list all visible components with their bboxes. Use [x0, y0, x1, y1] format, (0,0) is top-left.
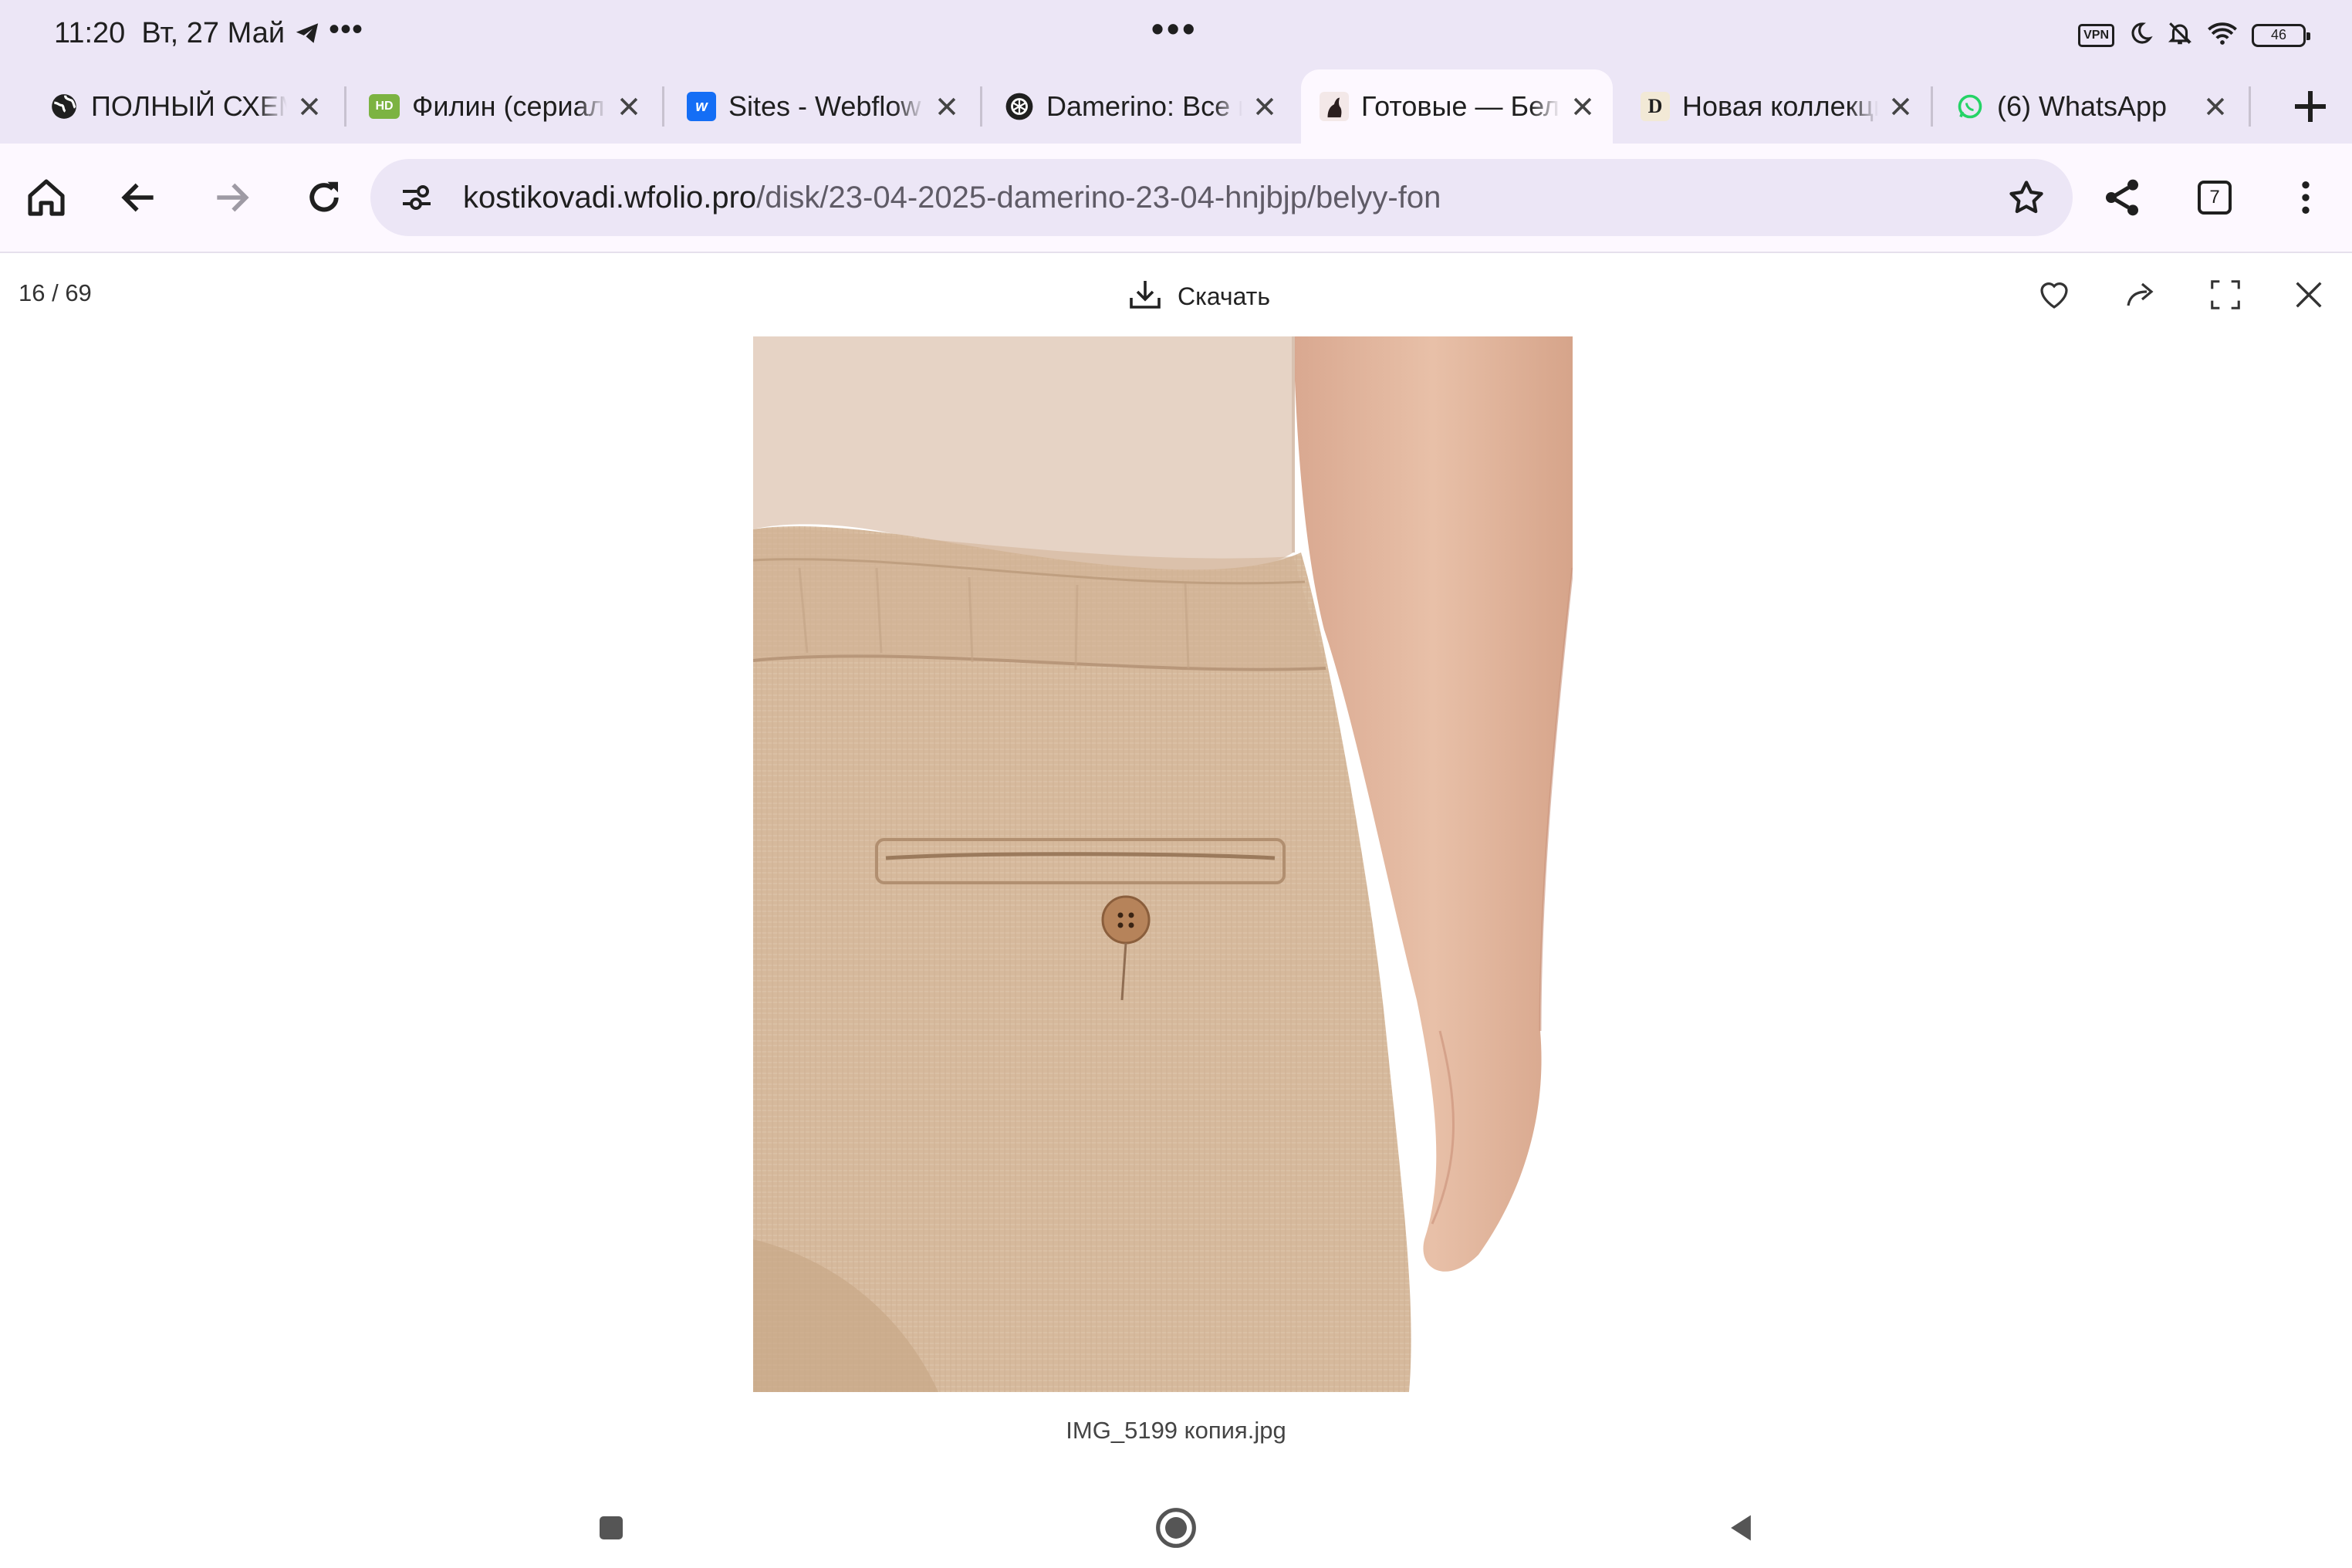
- tab-strip: ПОЛНЫЙ СХЕМ HD Филин (сериал, w Sites - …: [0, 69, 2352, 144]
- close-tab-icon[interactable]: [1887, 93, 1914, 120]
- tab-divider: [344, 86, 346, 127]
- download-label: Скачать: [1178, 282, 1270, 310]
- vpn-icon: VPN: [2078, 23, 2114, 47]
- tab-title: Готовые — Бел: [1361, 90, 1560, 122]
- close-tab-icon[interactable]: [934, 93, 960, 120]
- tab-0[interactable]: ПОЛНЫЙ СХЕМ: [31, 69, 340, 144]
- close-tab-icon[interactable]: [1252, 93, 1278, 120]
- forward-button[interactable]: [207, 173, 256, 222]
- home-button[interactable]: [22, 173, 71, 222]
- close-viewer-icon[interactable]: [2289, 275, 2329, 315]
- tab-divider: [1931, 86, 1933, 127]
- status-time-date: 11:20 Вт, 27 Май: [54, 17, 285, 50]
- tab-divider: [980, 86, 982, 127]
- wifi-icon: [2207, 21, 2238, 49]
- status-icons: VPN 46: [2078, 20, 2310, 50]
- home-nav-button[interactable]: [1153, 1505, 1199, 1551]
- tab-divider: [662, 86, 664, 127]
- moon-icon: [2128, 21, 2153, 49]
- status-bar: 11:20 Вт, 27 Май ••• ••• VPN 46: [0, 0, 2352, 69]
- close-tab-icon[interactable]: [296, 93, 323, 120]
- close-tab-icon[interactable]: [616, 93, 642, 120]
- share-arrow-icon[interactable]: [2121, 275, 2161, 315]
- download-button[interactable]: Скачать: [1127, 275, 1270, 318]
- image-caption: IMG_5199 копия.jpg: [1066, 1417, 1286, 1444]
- browser-toolbar: kostikovadi.wfolio.pro/disk/23-04-2025-d…: [0, 144, 2352, 253]
- tab-title: Damerino: Все и: [1046, 90, 1242, 122]
- tab-4-active[interactable]: Готовые — Бел: [1301, 69, 1613, 144]
- image-counter: 16 / 69: [19, 279, 92, 306]
- favorite-heart-icon[interactable]: [2034, 275, 2074, 315]
- tab-switcher-button[interactable]: 7: [2190, 173, 2239, 222]
- tab-title: Новая коллекци: [1682, 90, 1878, 122]
- bookmark-star-icon[interactable]: [2006, 177, 2046, 221]
- globe-icon: [49, 92, 79, 121]
- fullscreen-icon[interactable]: [2205, 275, 2246, 315]
- close-tab-icon[interactable]: [1570, 93, 1596, 120]
- openai-icon: [1005, 92, 1034, 121]
- d-logo-icon: D: [1641, 92, 1670, 121]
- menu-button[interactable]: [2281, 173, 2330, 222]
- url-path: /disk/23-04-2025-damerino-23-04-hnjbjp/b…: [756, 181, 1441, 215]
- webflow-icon: w: [687, 92, 716, 121]
- tab-title: Sites - Webflow: [728, 90, 921, 122]
- tab-title: Филин (сериал,: [412, 90, 607, 122]
- whatsapp-icon: [1955, 92, 1985, 121]
- tab-divider: [2249, 86, 2251, 127]
- tab-title: ПОЛНЫЙ СХЕМ: [91, 90, 287, 122]
- reload-button[interactable]: [299, 173, 349, 222]
- tab-3[interactable]: Damerino: Все и: [986, 69, 1295, 144]
- photo-favicon: [1320, 92, 1349, 121]
- url-text[interactable]: kostikovadi.wfolio.pro/disk/23-04-2025-d…: [463, 181, 1441, 215]
- tab-2[interactable]: w Sites - Webflow: [668, 69, 977, 144]
- product-photo[interactable]: [753, 336, 1573, 1392]
- hd-icon: HD: [369, 94, 400, 119]
- system-nav-bar: [0, 1489, 2352, 1568]
- tab-title: (6) WhatsApp: [1997, 90, 2168, 122]
- notification-more: •••: [329, 12, 364, 46]
- status-date: Вт, 27 Май: [141, 17, 286, 49]
- tab-6[interactable]: (6) WhatsApp: [1937, 69, 2246, 144]
- back-nav-button[interactable]: [1718, 1505, 1764, 1551]
- share-button[interactable]: [2097, 173, 2147, 222]
- tab-5[interactable]: D Новая коллекци: [1622, 69, 1931, 144]
- address-bar[interactable]: kostikovadi.wfolio.pro/disk/23-04-2025-d…: [370, 159, 2073, 236]
- url-host: kostikovadi.wfolio.pro: [463, 181, 757, 215]
- telegram-icon: [293, 20, 321, 50]
- download-icon: [1127, 276, 1164, 317]
- new-tab-button[interactable]: [2287, 83, 2333, 130]
- window-handle-dots[interactable]: •••: [1151, 8, 1198, 49]
- status-time: 11:20: [54, 17, 126, 49]
- close-tab-icon[interactable]: [2202, 93, 2229, 120]
- tab-count: 7: [2198, 181, 2232, 215]
- site-settings-icon[interactable]: [398, 179, 435, 220]
- recents-button[interactable]: [588, 1505, 634, 1551]
- battery-icon: 46: [2252, 23, 2310, 47]
- back-button[interactable]: [114, 173, 164, 222]
- bell-off-icon: [2167, 20, 2193, 50]
- tab-1[interactable]: HD Филин (сериал,: [350, 69, 659, 144]
